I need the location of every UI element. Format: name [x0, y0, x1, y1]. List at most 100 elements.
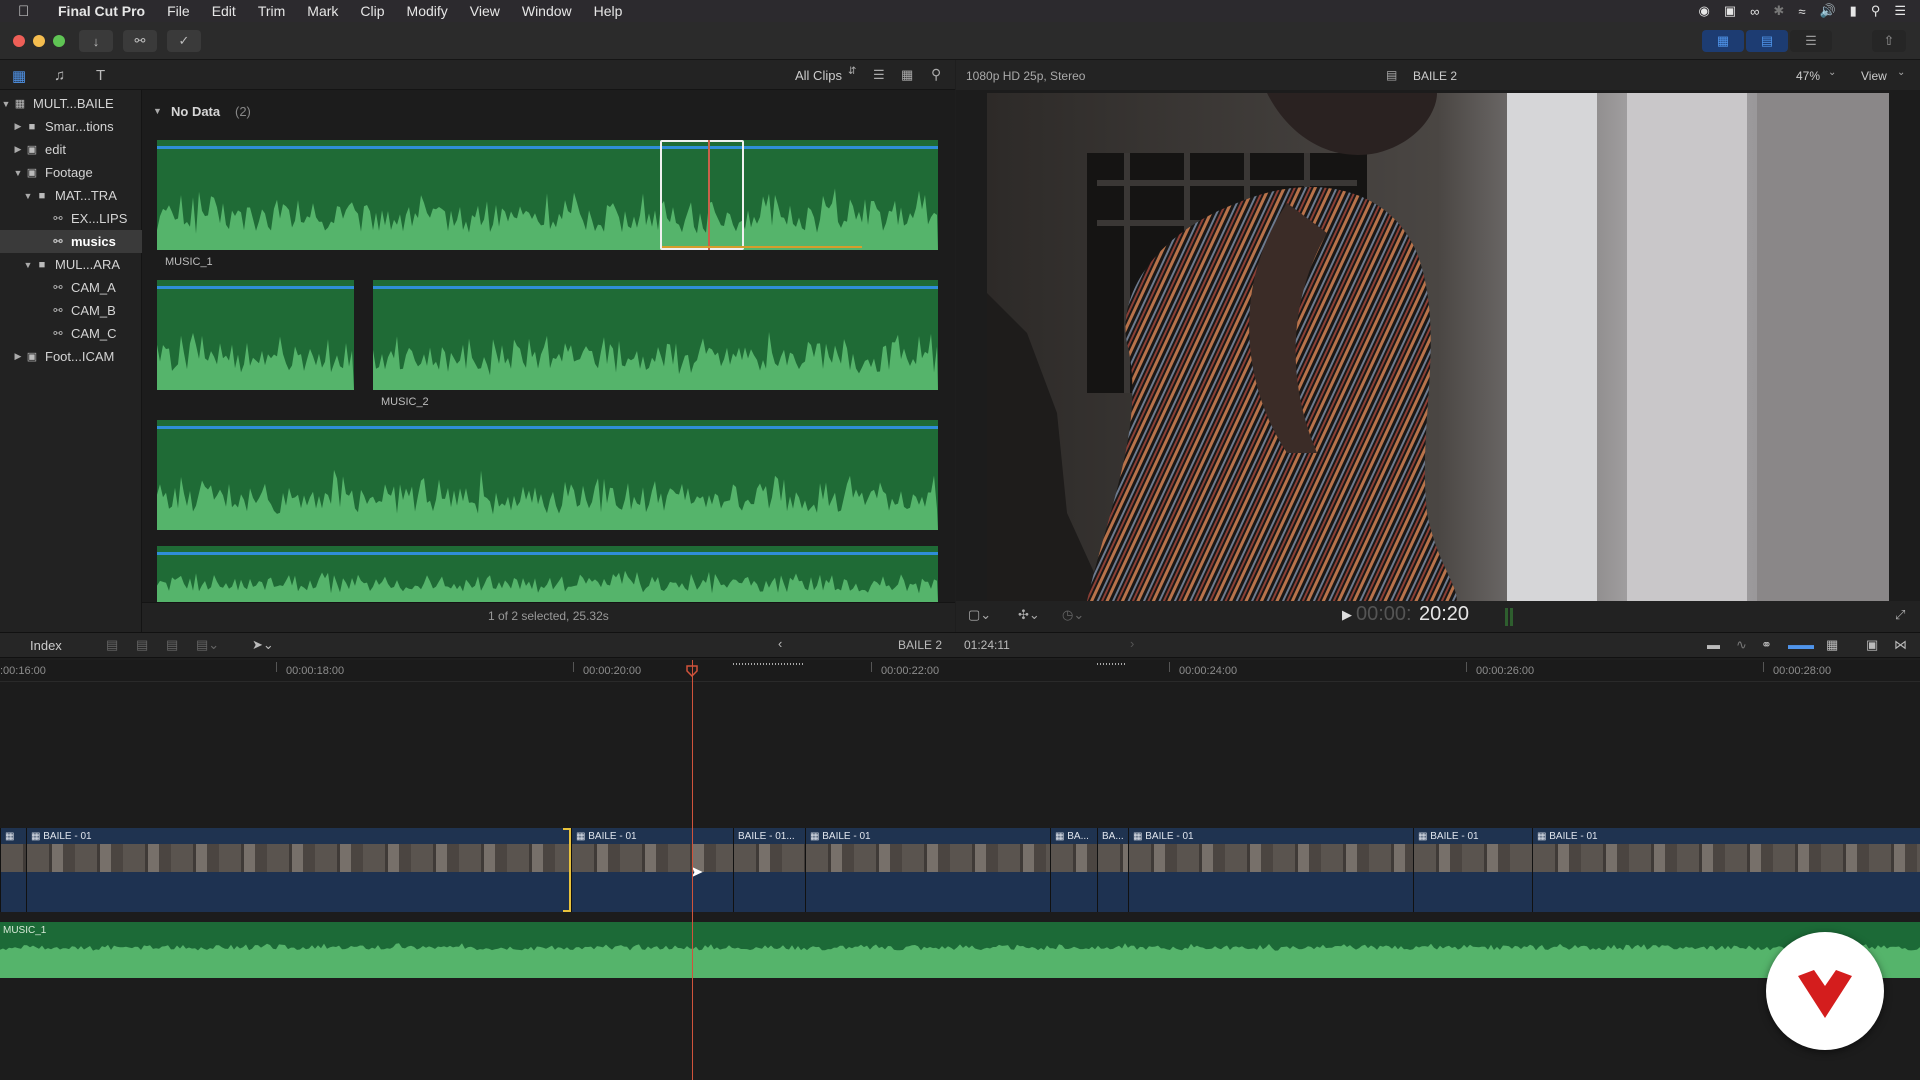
transitions-browser-icon[interactable]: ⋈	[1894, 637, 1907, 653]
library-item[interactable]: ▼ ■ MUL...ARA	[0, 253, 142, 276]
library-item[interactable]: ▶ ▣ edit	[0, 138, 142, 161]
search-icon[interactable]: ⚲	[931, 66, 941, 83]
menu-clip[interactable]: Clip	[349, 3, 395, 19]
browser-clip-music-2-part[interactable]	[157, 280, 354, 390]
browser-clip[interactable]	[157, 420, 938, 530]
audio-clip-music-1[interactable]: MUSIC_1	[0, 922, 1920, 978]
menu-modify[interactable]: Modify	[396, 3, 459, 19]
menu-app-name[interactable]: Final Cut Pro	[46, 3, 156, 19]
volume-icon[interactable]: 🔊	[1819, 3, 1835, 19]
photos-audio-icon[interactable]: ♫	[54, 67, 65, 84]
library-item[interactable]: ▼ ▦ MULT...BAILE	[0, 92, 142, 115]
connect-edit-icon[interactable]: ▤	[106, 637, 118, 653]
timeline[interactable]: ▦ ▦ BAILE - 01 ▦ BAILE - 01 BAILE - 01..…	[0, 682, 1920, 1080]
disclosure-closed-icon[interactable]: ▶	[12, 144, 24, 155]
menu-window[interactable]: Window	[511, 3, 583, 19]
headphones-icon[interactable]: ⚭	[1761, 637, 1772, 653]
browser-clip-music-1[interactable]	[157, 140, 938, 250]
wifi-icon[interactable]: ≈	[1798, 4, 1805, 19]
timeline-clip[interactable]: BAILE - 01...	[733, 828, 805, 912]
timeline-clip-selected[interactable]: ▦ BAILE - 01	[571, 828, 733, 912]
overwrite-edit-icon[interactable]: ▤⌄	[196, 637, 219, 653]
timeline-toggle-button[interactable]: ▤	[1746, 30, 1788, 52]
apple-icon[interactable]: 	[18, 3, 46, 20]
spotlight-search-icon[interactable]: ⚲	[1871, 3, 1881, 19]
display-icon[interactable]: ▣	[1724, 3, 1736, 19]
history-back-icon[interactable]: ‹	[778, 636, 782, 651]
clip-appearance-icon[interactable]: ☰	[873, 67, 885, 83]
playhead-marker-icon[interactable]	[686, 665, 698, 677]
disclosure-closed-icon[interactable]: ▶	[12, 121, 24, 132]
disclosure-open-icon[interactable]: ▼	[22, 260, 34, 270]
menu-file[interactable]: File	[156, 3, 201, 19]
library-item[interactable]: ⚯ CAM_A	[0, 276, 142, 299]
zoom-to-fit-icon[interactable]: ▬	[1707, 637, 1720, 652]
timeline-clip[interactable]: ▦ BAILE - 01	[26, 828, 571, 912]
library-item[interactable]: ⚯ CAM_C	[0, 322, 142, 345]
enhance-dropdown-icon[interactable]: ✣⌄	[1018, 607, 1040, 623]
append-edit-icon[interactable]: ▤	[166, 637, 178, 653]
creative-cloud-icon[interactable]: ∞	[1750, 4, 1759, 19]
group-disclosure-icon[interactable]: ▼	[153, 106, 162, 116]
transform-dropdown-icon[interactable]: ▢⌄	[968, 607, 991, 623]
menu-help[interactable]: Help	[583, 3, 634, 19]
menu-view[interactable]: View	[459, 3, 511, 19]
titles-generators-icon[interactable]: T	[96, 67, 105, 84]
timeline-clip[interactable]: BA...	[1097, 828, 1128, 912]
timeline-clip[interactable]: ▦ BA...	[1050, 828, 1097, 912]
disclosure-closed-icon[interactable]: ▶	[12, 351, 24, 362]
browser-clip[interactable]	[157, 546, 938, 602]
library-item[interactable]: ▶ ■ Smar...tions	[0, 115, 142, 138]
speed-dropdown-icon[interactable]: ◷⌄	[1062, 607, 1084, 623]
timeline-clip[interactable]: ▦ BAILE - 01	[1413, 828, 1532, 912]
inspector-toggle-button[interactable]: ☰	[1790, 30, 1832, 52]
fullscreen-icon[interactable]: ⤢	[1895, 607, 1905, 623]
timeline-clip[interactable]: ▦ BAILE - 01	[805, 828, 1050, 912]
disclosure-open-icon[interactable]: ▼	[12, 168, 24, 178]
keywords-button[interactable]: ⚯	[123, 30, 157, 52]
library-item[interactable]: ▼ ▣ Footage	[0, 161, 142, 184]
bluetooth-icon[interactable]: ✱	[1773, 3, 1784, 19]
battery-icon[interactable]: ▮	[1850, 3, 1857, 19]
timeline-ruler[interactable]: :00:16:00 00:00:18:00 00:00:20:00 00:00:…	[0, 660, 1920, 682]
disclosure-open-icon[interactable]: ▼	[22, 191, 34, 201]
select-tool-icon[interactable]: ➤⌄	[252, 637, 274, 653]
insert-edit-icon[interactable]: ▤	[136, 637, 148, 653]
share-button[interactable]: ⇧	[1872, 30, 1906, 52]
library-item[interactable]: ⚯ EX...LIPS	[0, 207, 142, 230]
menu-edit[interactable]: Edit	[201, 3, 247, 19]
library-item[interactable]: ▶ ▣ Foot...ICAM	[0, 345, 142, 368]
filmstrip-view-icon[interactable]: ▦	[901, 67, 913, 83]
record-icon[interactable]: ◉	[1699, 3, 1710, 19]
snapping-icon[interactable]: ▬▬	[1788, 637, 1814, 652]
minimize-window-button[interactable]	[33, 35, 45, 47]
library-item-selected[interactable]: ⚯ musics	[0, 230, 142, 253]
clip-filter-dropdown[interactable]: All Clips	[795, 68, 842, 83]
disclosure-open-icon[interactable]: ▼	[0, 99, 12, 109]
browser-clip-music-2[interactable]	[373, 280, 938, 390]
view-dropdown[interactable]: View	[1861, 69, 1887, 83]
play-icon[interactable]: ▶	[1342, 607, 1352, 623]
timeline-clip[interactable]: ▦	[0, 828, 26, 912]
library-item[interactable]: ⚯ CAM_B	[0, 299, 142, 322]
close-window-button[interactable]	[13, 35, 25, 47]
timeline-clip[interactable]: ▦ BAILE - 01	[1128, 828, 1413, 912]
audio-skimming-icon[interactable]: ∿	[1736, 637, 1747, 653]
library-item[interactable]: ▼ ■ MAT...TRA	[0, 184, 142, 207]
playhead[interactable]	[692, 660, 693, 1080]
timeline-clip[interactable]: ▦ BAILE - 01	[1532, 828, 1920, 912]
clip-appearance-icon[interactable]: ▦	[1826, 637, 1838, 653]
menu-trim[interactable]: Trim	[247, 3, 296, 19]
zoom-window-button[interactable]	[53, 35, 65, 47]
trim-edge-handle[interactable]	[563, 828, 571, 912]
control-center-icon[interactable]: ☰	[1894, 3, 1906, 19]
menu-mark[interactable]: Mark	[296, 3, 349, 19]
browser-toggle-button[interactable]: ▦	[1702, 30, 1744, 52]
timecode-display[interactable]: 20:20	[1419, 603, 1469, 626]
background-tasks-button[interactable]: ✓	[167, 30, 201, 52]
index-button[interactable]: Index	[30, 638, 62, 653]
range-selection[interactable]	[660, 140, 744, 250]
import-button[interactable]: ↓	[79, 30, 113, 52]
effects-browser-icon[interactable]: ▣	[1866, 637, 1878, 653]
history-forward-icon[interactable]: ›	[1130, 636, 1134, 651]
